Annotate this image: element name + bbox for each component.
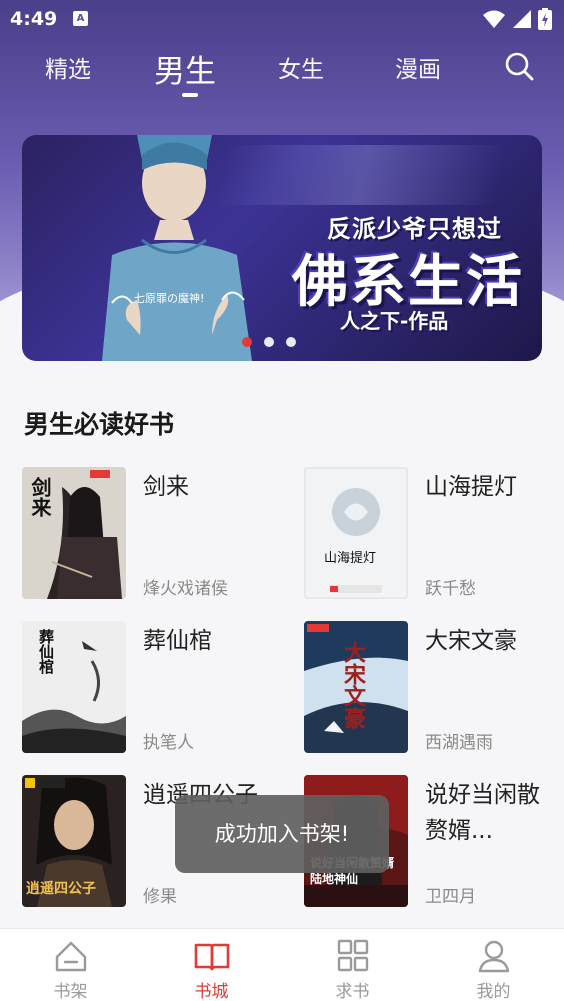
book-item[interactable]: 剑来 剑来 烽火戏诸侯 (22, 467, 282, 599)
book-title[interactable]: 山海提灯 (425, 469, 545, 505)
profile-icon (478, 940, 510, 973)
banner-pagination (242, 337, 296, 347)
bottom-navigation: 书架 书城 求书 我的 (0, 928, 564, 1001)
book-title[interactable]: 剑来 (143, 469, 263, 505)
book-author: 跃千愁 (425, 579, 476, 599)
cover-title: 山海提灯 (324, 551, 377, 566)
bookshelf-icon (55, 941, 87, 972)
toast-message: 成功加入书架! (175, 795, 389, 873)
grid-icon (337, 939, 369, 972)
nav-bookshelf[interactable]: 书架 (0, 929, 141, 1001)
banner-tagline: 七原罪の魔神! (134, 292, 205, 305)
cover-title: 葬仙棺 (37, 629, 55, 674)
book-author: 西湖遇雨 (425, 733, 493, 753)
cover-title: 剑来 (28, 477, 52, 517)
bookstore-page: 4:49 A 精选 男生 女生 漫画 七原罪の魔神! 反派少爷只想过 佛系生活 … (0, 0, 564, 1001)
nav-label: 求书 (335, 982, 370, 1001)
book-author: 卫四月 (425, 887, 476, 907)
tab-indicator (182, 93, 198, 97)
book-title[interactable]: 葬仙棺 (143, 623, 263, 659)
banner-character-illustration (102, 135, 252, 361)
cover-title: 逍遥四公子 (26, 881, 96, 897)
battery-icon (538, 8, 552, 30)
nav-label: 书城 (194, 982, 229, 1001)
wifi-icon (483, 10, 505, 28)
notification-icon: A (73, 11, 88, 26)
status-time: 4:49 (10, 8, 58, 30)
banner-dot-3[interactable] (286, 337, 296, 347)
nav-profile[interactable]: 我的 (423, 929, 564, 1001)
book-item[interactable]: 葬仙棺 葬仙棺 执笔人 (22, 621, 282, 753)
cover-title: 大宋文豪 (340, 641, 365, 729)
search-icon[interactable] (503, 50, 535, 82)
bookstore-icon (194, 943, 230, 971)
tab-male[interactable]: 男生 (154, 46, 216, 91)
banner-author: 人之下-作品 (340, 309, 449, 333)
nav-bookstore[interactable]: 书城 (141, 929, 282, 1001)
tab-featured[interactable]: 精选 (45, 50, 91, 84)
banner-dot-2[interactable] (264, 337, 274, 347)
signal-icon (513, 10, 531, 28)
book-author: 修果 (143, 887, 177, 907)
status-bar: 4:49 A (0, 0, 564, 38)
book-cover[interactable] (304, 467, 408, 599)
promo-banner[interactable]: 七原罪の魔神! 反派少爷只想过 佛系生活 人之下-作品 (22, 135, 542, 361)
tab-comics[interactable]: 漫画 (395, 50, 441, 84)
book-author: 执笔人 (143, 733, 194, 753)
book-author: 烽火戏诸侯 (143, 579, 228, 599)
book-item[interactable]: 山海提灯 山海提灯 跃千愁 (304, 467, 564, 599)
section-title: 男生必读好书 (24, 410, 175, 439)
tab-female[interactable]: 女生 (278, 50, 324, 84)
category-tabs: 精选 男生 女生 漫画 (0, 40, 564, 100)
book-item[interactable]: 大宋文豪 大宋文豪 西湖遇雨 (304, 621, 564, 753)
nav-request-book[interactable]: 求书 (282, 929, 423, 1001)
nav-label: 我的 (476, 982, 511, 1001)
book-title[interactable]: 大宋文豪 (425, 623, 545, 659)
book-title[interactable]: 说好当闲散赘婿... (425, 777, 545, 849)
status-icons (482, 8, 552, 30)
nav-label: 书架 (53, 982, 88, 1001)
banner-dot-1[interactable] (242, 337, 252, 347)
